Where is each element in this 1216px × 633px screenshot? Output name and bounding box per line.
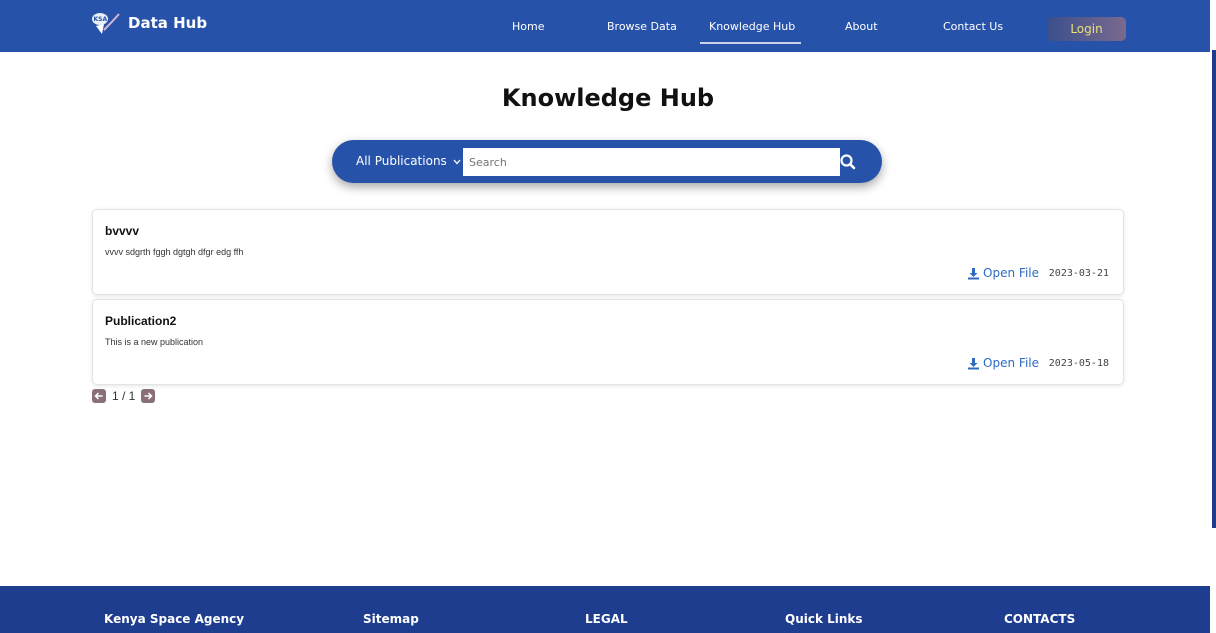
publication-filter-select[interactable]: All Publications	[356, 154, 461, 168]
top-navbar: KSA Data Hub Home Browse Data Knowledge …	[0, 0, 1210, 52]
publication-date: 2023-05-18	[1048, 358, 1109, 369]
nav-contact-us[interactable]: Contact Us	[943, 20, 1003, 33]
pagination: 1 / 1	[92, 389, 156, 403]
open-file-link[interactable]: Open File	[967, 356, 1039, 370]
brand[interactable]: KSA Data Hub	[90, 10, 207, 36]
scrollbar-thumb[interactable]	[1212, 50, 1216, 528]
publication-date: 2023-03-21	[1048, 268, 1109, 279]
nav-about[interactable]: About	[845, 20, 878, 33]
nav-home[interactable]: Home	[512, 20, 544, 33]
login-button[interactable]: Login	[1047, 17, 1126, 41]
publication-card: bvvvv vvvv sdgrth fggh dgtgh dfgr edg ff…	[92, 209, 1124, 295]
publication-card: Publication2 This is a new publication O…	[92, 299, 1124, 385]
download-icon	[968, 267, 980, 279]
next-page-button[interactable]	[141, 389, 156, 403]
publication-filter-label: All Publications	[356, 154, 447, 168]
search-button[interactable]	[837, 151, 859, 173]
search-icon	[840, 154, 856, 170]
search-input[interactable]	[463, 148, 840, 176]
page-indicator: 1 / 1	[112, 389, 136, 403]
page-title: Knowledge Hub	[501, 84, 715, 112]
nav-knowledge-hub[interactable]: Knowledge Hub	[709, 20, 795, 33]
footer: Kenya Space Agency Sitemap LEGAL Quick L…	[0, 586, 1210, 633]
ksa-logo-icon: KSA	[92, 13, 120, 34]
footer-heading-quick-links: Quick Links	[785, 612, 863, 626]
brand-name: Data Hub	[128, 14, 208, 32]
footer-heading-kenya-space-agency: Kenya Space Agency	[104, 612, 245, 626]
publication-title: bvvvv	[105, 224, 140, 238]
publication-title: Publication2	[105, 314, 177, 328]
arrow-right-icon	[144, 392, 153, 400]
nav-active-indicator	[700, 42, 801, 44]
download-icon	[968, 357, 980, 369]
nav-browse-data[interactable]: Browse Data	[607, 20, 677, 33]
svg-text:KSA: KSA	[94, 16, 108, 23]
publication-description: This is a new publication	[105, 337, 204, 347]
prev-page-button[interactable]	[92, 389, 106, 403]
footer-heading-contacts: CONTACTS	[1004, 612, 1076, 626]
chevron-down-icon	[453, 159, 461, 164]
open-file-label: Open File	[983, 356, 1039, 370]
open-file-label: Open File	[983, 266, 1039, 280]
footer-heading-sitemap: Sitemap	[363, 612, 419, 626]
footer-heading-legal: LEGAL	[585, 612, 628, 626]
search-bar: All Publications	[332, 140, 882, 183]
open-file-link[interactable]: Open File	[967, 266, 1039, 280]
arrow-left-icon	[94, 392, 103, 400]
publication-description: vvvv sdgrth fggh dgtgh dfgr edg ffh	[105, 247, 244, 257]
